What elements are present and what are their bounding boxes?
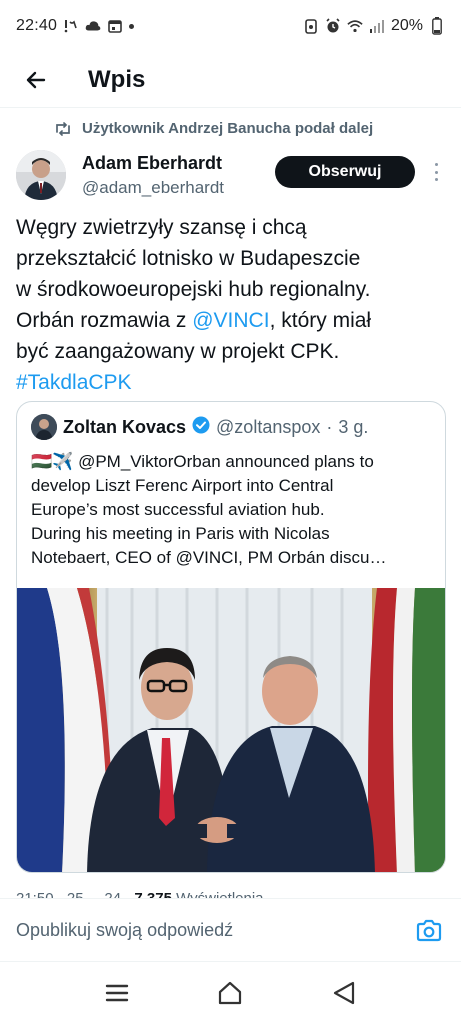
reply-bar: Opublikuj swoją odpowiedź — [0, 898, 461, 962]
repost-icon — [56, 121, 70, 136]
status-time: 22:40 — [16, 17, 58, 34]
more-dot-icon — [434, 178, 438, 181]
back-triangle-icon — [334, 981, 355, 1005]
tweet-line: być zaangażowany w projekt CPK. — [16, 340, 340, 363]
reply-input[interactable]: Opublikuj swoją odpowiedź — [16, 920, 233, 941]
alarm-icon — [325, 18, 341, 34]
home-icon — [219, 981, 242, 1005]
signal-icon — [369, 18, 385, 34]
separator: · — [326, 416, 333, 437]
quoted-text-fragment: @PM_ViktorOrban announced plans to — [73, 452, 374, 471]
quoted-avatar — [31, 414, 57, 440]
tweet-line: w środkowoeuropejski hub regionalny. — [16, 278, 371, 301]
author-handle[interactable]: @adam_eberhardt — [82, 178, 224, 198]
quoted-line: develop Liszt Ferenc Airport into Centra… — [31, 476, 334, 495]
back-button[interactable] — [14, 58, 58, 102]
wifi-icon — [347, 18, 363, 34]
tweet-text: Węgry zwietrzyły szansę i chcą przekszta… — [16, 212, 446, 398]
quoted-text: 🇭🇺✈️ @PM_ViktorOrban announced plans to … — [31, 450, 441, 570]
quoted-line: Notebaert, CEO of @VINCI, PM Orbán discu… — [31, 548, 387, 567]
quoted-line: 🇭🇺✈️ @PM_ViktorOrban announced plans to — [31, 450, 441, 474]
menu-icon — [105, 984, 129, 1002]
home-button[interactable] — [210, 973, 250, 1013]
follow-button[interactable]: Obserwuj — [275, 156, 415, 188]
tweet-text-fragment: , który miał — [269, 309, 372, 332]
status-bar: 22:40 20% — [0, 0, 461, 52]
battery-saver-icon — [303, 18, 319, 34]
more-options-button[interactable] — [426, 160, 446, 184]
tweet-line: Orbán rozmawia z @VINCI, który miał — [16, 305, 446, 336]
quoted-author-name: Zoltan Kovacs — [63, 416, 187, 437]
arrow-left-icon — [26, 71, 46, 88]
tweet-text-fragment: Orbán rozmawia z — [16, 309, 193, 332]
quoted-photo[interactable] — [17, 588, 445, 872]
avatar[interactable] — [16, 150, 66, 200]
battery-percent: 20% — [390, 17, 423, 34]
quoted-line: During his meeting in Paris with Nicolas — [31, 524, 330, 543]
quoted-time: 3 g. — [338, 416, 369, 437]
more-dot-icon — [434, 170, 438, 174]
mention-link[interactable]: @VINCI — [192, 309, 269, 332]
repost-text: Użytkownik Andrzej Banucha podał dalej — [82, 120, 374, 137]
system-back-button[interactable] — [324, 973, 364, 1013]
hashtag-link[interactable]: #TakdlaCPK — [16, 367, 446, 398]
tweet-line: Węgry zwietrzyły szansę i chcą — [16, 216, 307, 239]
camera-button[interactable] — [414, 917, 444, 945]
app-header: Wpis — [0, 52, 461, 108]
page-title: Wpis — [88, 65, 146, 93]
tweet-line: przekształcić lotnisko w Budapeszcie — [16, 247, 361, 270]
system-nav-bar — [0, 962, 461, 1024]
calendar-icon — [107, 18, 123, 34]
repost-indicator[interactable]: Użytkownik Andrzej Banucha podał dalej — [54, 120, 373, 137]
more-dot-icon — [434, 163, 438, 166]
missed-call-icon — [63, 18, 79, 34]
flag-plane-emoji: 🇭🇺✈️ — [31, 452, 74, 471]
camera-icon — [416, 919, 442, 942]
verified-badge-icon — [192, 416, 210, 439]
recents-button[interactable] — [97, 973, 137, 1013]
dot-icon — [129, 23, 135, 29]
cloud-icon — [85, 18, 101, 34]
quoted-tweet[interactable]: Zoltan Kovacs @zoltanspox · 3 g. 🇭🇺✈️ @P… — [16, 401, 446, 873]
quoted-author-handle: @zoltanspox — [216, 416, 321, 437]
author-name[interactable]: Adam Eberhardt — [82, 153, 222, 174]
battery-icon — [429, 17, 445, 35]
quoted-tweet-header: Zoltan Kovacs @zoltanspox · 3 g. — [31, 414, 368, 440]
quoted-line: Europe’s most successful aviation hub. — [31, 500, 325, 519]
